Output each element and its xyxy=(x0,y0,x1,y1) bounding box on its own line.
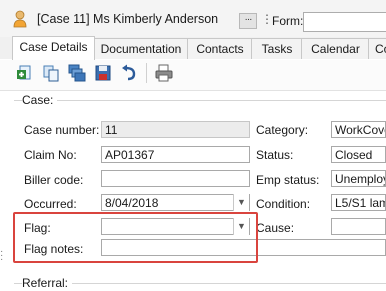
biller-code-field[interactable] xyxy=(101,170,250,187)
tab-calendar[interactable]: Calendar xyxy=(301,38,370,60)
category-field[interactable]: WorkCover xyxy=(331,121,386,138)
more-options-button[interactable]: ··· xyxy=(239,13,257,29)
tab-documentation[interactable]: Documentation xyxy=(93,38,189,60)
occurred-dropdown-icon[interactable]: ▼ xyxy=(233,194,249,211)
tab-contacts[interactable]: Contacts xyxy=(187,38,253,60)
category-label: Category: xyxy=(256,123,309,137)
cause-label: Cause: xyxy=(256,221,295,235)
emp-status-label: Emp status: xyxy=(256,173,320,187)
print-icon[interactable] xyxy=(155,64,173,82)
splitter-grip-icon[interactable]: · · · xyxy=(0,247,5,265)
referral-section-heading: Referral: xyxy=(22,276,73,290)
person-icon xyxy=(13,10,27,28)
condition-field[interactable]: L5/S1 lamin xyxy=(331,194,386,211)
status-label: Status: xyxy=(256,148,294,162)
toolbar-separator xyxy=(146,63,147,83)
copy-icon[interactable] xyxy=(42,64,60,82)
form-input[interactable] xyxy=(303,12,386,32)
condition-label: Condition: xyxy=(256,197,311,211)
biller-code-label: Biller code: xyxy=(24,173,84,187)
tab-tasks[interactable]: Tasks xyxy=(251,38,303,60)
case-number-label: Case number: xyxy=(24,123,100,137)
case-section-divider xyxy=(14,100,386,101)
tab-co[interactable]: Co xyxy=(368,38,386,60)
emp-status-field[interactable]: Unemployed xyxy=(331,170,386,187)
save-icon[interactable] xyxy=(94,64,112,82)
claim-no-label: Claim No: xyxy=(24,148,77,162)
claim-no-field[interactable]: AP01367 xyxy=(101,146,250,163)
new-record-icon[interactable] xyxy=(16,64,34,82)
flag-highlight-box xyxy=(13,212,258,263)
occurred-label: Occurred: xyxy=(24,197,77,211)
tab-case-details[interactable]: Case Details xyxy=(12,36,95,60)
status-field[interactable]: Closed xyxy=(331,146,386,163)
occurred-field[interactable]: 8/04/2018 xyxy=(101,194,250,211)
case-number-field: 11 xyxy=(101,121,250,138)
form-label: Form: xyxy=(272,14,304,28)
duplicate-icon[interactable] xyxy=(68,64,86,82)
undo-icon[interactable] xyxy=(120,64,138,82)
case-section-heading: Case: xyxy=(22,93,58,107)
window-title: [Case 11] Ms Kimberly Anderson xyxy=(37,12,219,26)
cause-field[interactable] xyxy=(331,218,386,235)
